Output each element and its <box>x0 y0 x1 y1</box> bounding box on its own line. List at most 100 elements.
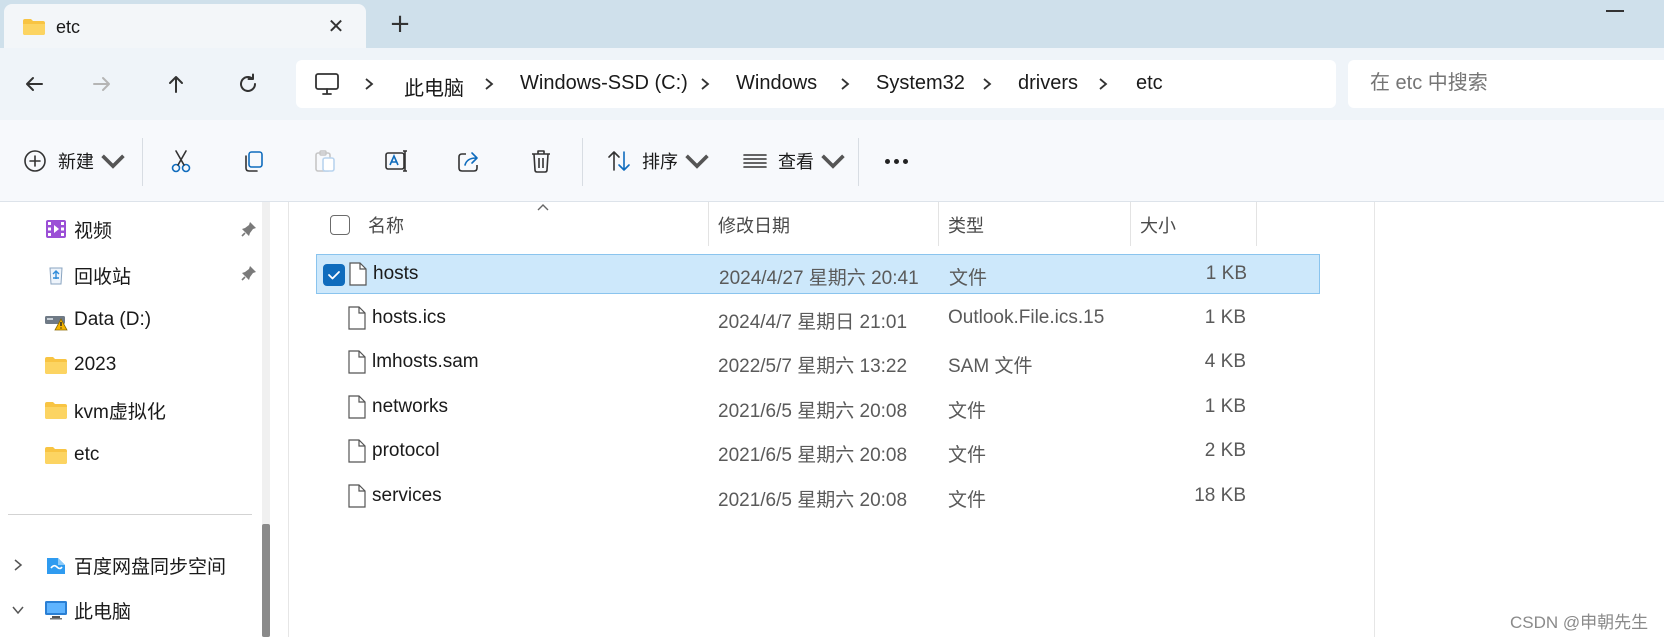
pin-icon[interactable] <box>240 220 258 238</box>
sidebar-item-etc[interactable]: etc <box>44 440 99 470</box>
sidebar-item-videos[interactable]: 视频 <box>44 214 112 244</box>
delete-button[interactable] <box>528 140 554 182</box>
scrollbar-thumb[interactable] <box>262 524 270 637</box>
file-icon <box>348 484 366 508</box>
sidebar-item-label: etc <box>74 444 100 465</box>
baidu-netdisk-icon <box>47 558 65 574</box>
folder-icon <box>45 357 67 374</box>
sidebar-item-this-pc[interactable]: 此电脑 <box>44 595 131 625</box>
column-header-label: 修改日期 <box>718 216 790 236</box>
folder-icon <box>23 19 45 35</box>
up-button[interactable] <box>156 64 196 104</box>
file-modified: 2021/6/5 星期六 20:08 <box>718 490 908 511</box>
pin-icon[interactable] <box>240 264 258 282</box>
column-divider[interactable] <box>708 202 709 246</box>
cut-button[interactable] <box>168 140 194 182</box>
watermark: CSDN @申朝先生 <box>1510 613 1649 632</box>
paste-button[interactable] <box>312 140 338 182</box>
file-type: 文件 <box>948 401 987 422</box>
file-icon <box>349 262 367 286</box>
sidebar-item-label: 视频 <box>74 220 113 242</box>
tab-etc[interactable]: etc ✕ <box>4 4 366 48</box>
file-type: 文件 <box>948 445 987 466</box>
more-options-icon[interactable] <box>876 140 916 182</box>
copy-button[interactable] <box>240 140 266 182</box>
sidebar-item-label: kvm虚拟化 <box>74 401 166 423</box>
file-name: services <box>372 485 442 506</box>
copy-icon <box>245 151 263 172</box>
sort-button[interactable]: 排序 <box>606 140 710 182</box>
select-all-checkbox[interactable] <box>330 215 350 235</box>
sidebar-item-data-d[interactable]: Data (D:) <box>44 305 151 335</box>
file-icon <box>348 395 366 419</box>
minimize-icon[interactable] <box>1606 10 1624 12</box>
close-icon[interactable]: ✕ <box>322 14 350 38</box>
column-divider[interactable] <box>1256 202 1257 246</box>
file-size: 1 KB <box>1204 396 1246 417</box>
sidebar-item-kvm[interactable]: kvm虚拟化 <box>44 395 166 425</box>
sidebar-item-baidu-netdisk[interactable]: 百度网盘同步空间 <box>44 550 226 580</box>
this-pc-icon <box>315 73 339 95</box>
file-name: protocol <box>372 440 440 461</box>
column-divider[interactable] <box>1130 202 1131 246</box>
plus-icon[interactable]: + <box>388 10 412 38</box>
breadcrumb-item[interactable]: Windows-SSD (C:) <box>520 72 688 95</box>
command-bar: 新建 排序 查看 <box>0 120 1664 202</box>
table-row[interactable]: services 2021/6/5 星期六 20:08 文件 18 KB <box>316 477 1320 517</box>
refresh-icon <box>240 73 256 92</box>
breadcrumb-item[interactable]: etc <box>1136 72 1163 95</box>
file-type: 文件 <box>948 490 987 511</box>
title-bar: etc ✕ + <box>0 0 1664 48</box>
row-checkbox[interactable] <box>323 264 345 286</box>
file-icon <box>348 350 366 374</box>
sidebar-item-2023[interactable]: 2023 <box>44 350 116 380</box>
breadcrumb-item[interactable]: 此电脑 <box>404 72 464 101</box>
view-button[interactable]: 查看 <box>742 140 846 182</box>
column-header-modified[interactable]: 修改日期 <box>718 202 938 248</box>
pane-divider[interactable] <box>288 202 289 637</box>
column-header-name[interactable]: 名称 <box>368 202 698 248</box>
file-size: 4 KB <box>1204 351 1246 372</box>
details-pane-divider <box>1374 202 1375 637</box>
breadcrumb-item[interactable]: drivers <box>1018 72 1078 95</box>
rename-button[interactable] <box>384 140 410 182</box>
scissors-icon <box>171 150 191 173</box>
back-arrow-icon <box>26 77 43 91</box>
table-row[interactable]: hosts.ics 2024/4/7 星期日 21:01 Outlook.Fil… <box>316 299 1320 339</box>
column-divider[interactable] <box>938 202 939 246</box>
share-button[interactable] <box>456 140 482 182</box>
sidebar-item-label: 2023 <box>74 354 117 375</box>
chevron-right-icon <box>365 78 374 90</box>
chevron-right-icon[interactable] <box>10 557 26 573</box>
back-button[interactable] <box>14 64 54 104</box>
file-name: lmhosts.sam <box>372 351 479 372</box>
file-type: SAM 文件 <box>948 356 1033 377</box>
list-view-icon <box>743 154 767 168</box>
file-name: hosts <box>373 263 419 284</box>
table-row[interactable]: lmhosts.sam 2022/5/7 星期六 13:22 SAM 文件 4 … <box>316 343 1320 383</box>
forward-arrow-icon <box>93 77 110 91</box>
column-header-size[interactable]: 大小 <box>1140 202 1250 248</box>
sidebar-item-recycle-bin[interactable]: 回收站 <box>44 260 131 290</box>
table-row[interactable]: networks 2021/6/5 星期六 20:08 文件 1 KB <box>316 388 1320 428</box>
share-icon <box>458 152 478 172</box>
separator <box>142 138 143 186</box>
breadcrumb-item[interactable]: System32 <box>876 72 965 95</box>
table-row[interactable]: hosts 2024/4/27 星期六 20:41 文件 1 KB <box>316 254 1320 294</box>
breadcrumb-item[interactable]: Windows <box>736 72 817 95</box>
video-folder-icon <box>46 220 66 238</box>
divider <box>8 514 252 515</box>
file-size: 1 KB <box>1205 263 1247 284</box>
search-box[interactable] <box>1348 60 1664 108</box>
chevron-down-icon[interactable] <box>10 602 26 618</box>
new-button[interactable]: 新建 <box>22 140 126 182</box>
refresh-button[interactable] <box>228 64 268 104</box>
address-bar[interactable]: 此电脑 Windows-SSD (C:) Windows System32 dr… <box>296 60 1336 108</box>
file-size: 18 KB <box>1194 485 1246 506</box>
forward-button[interactable] <box>82 64 122 104</box>
file-modified: 2021/6/5 星期六 20:08 <box>718 401 908 422</box>
file-name: networks <box>372 396 449 417</box>
table-row[interactable]: protocol 2021/6/5 星期六 20:08 文件 2 KB <box>316 432 1320 472</box>
search-input[interactable] <box>1370 72 1650 95</box>
column-header-type[interactable]: 类型 <box>948 202 1128 248</box>
